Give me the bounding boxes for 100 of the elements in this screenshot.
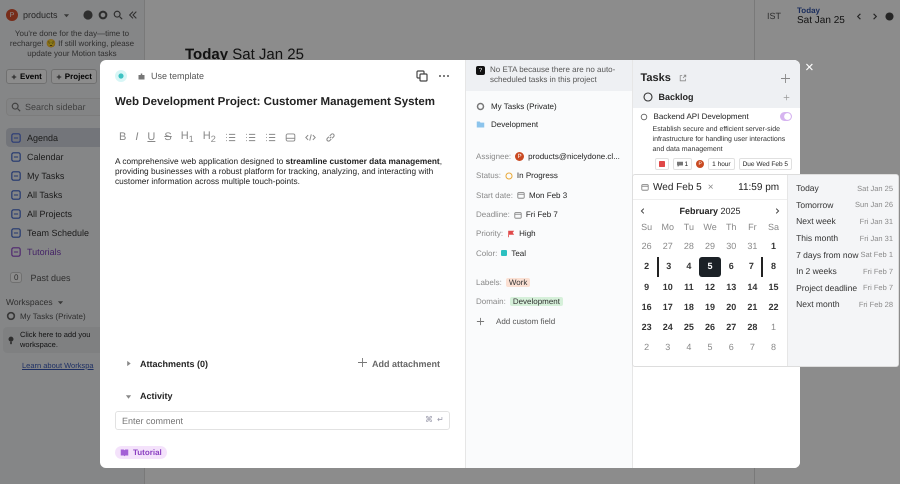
calendar-day[interactable]: 30: [720, 237, 742, 256]
group-heading[interactable]: Backlog: [658, 92, 694, 102]
calendar-day[interactable]: 25: [678, 318, 700, 338]
calendar-day[interactable]: 1: [762, 318, 784, 338]
calendar-day[interactable]: 28: [742, 318, 763, 338]
add-attachment-button[interactable]: Add attachment: [358, 358, 440, 369]
numbers-icon[interactable]: [244, 132, 256, 143]
calendar-day[interactable]: 4: [678, 257, 700, 277]
task-description[interactable]: A comprehensive web application designed to streamline customer data management, providing businesses with a robust platform for tracking, analyzing, and interacting with customer information across multiple touch-points.: [115, 156, 450, 186]
tag[interactable]: Development: [510, 297, 563, 306]
format-button[interactable]: U: [147, 131, 156, 144]
calendar-day[interactable]: 19: [699, 298, 721, 318]
calendar-day[interactable]: 31: [742, 237, 763, 256]
calendar-day[interactable]: 7: [742, 338, 763, 358]
calendar-day[interactable]: 20: [720, 298, 742, 318]
time-value[interactable]: 11:59 pm: [738, 182, 780, 192]
calendar-day[interactable]: 29: [699, 237, 721, 256]
clear-button[interactable]: ×: [708, 182, 714, 192]
code-icon[interactable]: [304, 132, 316, 143]
calendar-day[interactable]: 5: [699, 338, 721, 358]
calendar-day[interactable]: 8: [762, 257, 784, 277]
calendar-day[interactable]: 8: [762, 338, 784, 358]
calendar-day[interactable]: 27: [720, 318, 742, 338]
nav-item[interactable]: Team Schedule: [6, 223, 138, 242]
calendar-day[interactable]: 26: [636, 237, 658, 256]
calendar-day[interactable]: 26: [699, 318, 721, 338]
calendar-day[interactable]: 27: [657, 237, 678, 256]
calendar-day[interactable]: 15: [762, 278, 784, 297]
workspaces-heading[interactable]: Workspaces: [6, 297, 53, 307]
previous-icon[interactable]: [855, 12, 864, 20]
past-dues-label[interactable]: Past dues: [30, 272, 70, 282]
calendar-day[interactable]: 12: [699, 278, 721, 297]
collapse-icon[interactable]: [128, 10, 138, 20]
checkbox-icon[interactable]: [640, 112, 648, 120]
workspace-selector[interactable]: My Tasks (Private): [491, 102, 557, 110]
link-icon[interactable]: [324, 132, 336, 143]
calendar-day[interactable]: 17: [657, 298, 678, 318]
calendar-day[interactable]: 23: [636, 318, 658, 338]
attachments-heading[interactable]: Attachments (0): [140, 358, 208, 368]
workspace-switcher[interactable]: products: [23, 10, 58, 20]
checklist-icon[interactable]: [264, 132, 276, 143]
add-icon[interactable]: [781, 74, 790, 82]
calendar-day[interactable]: 2: [636, 338, 658, 358]
activity-heading[interactable]: Activity: [140, 391, 173, 401]
format-button[interactable]: S: [164, 131, 172, 144]
calendar-day[interactable]: 16: [636, 298, 658, 318]
format-button[interactable]: H$_{2}$: [202, 130, 216, 144]
calendar-day[interactable]: 13: [720, 278, 742, 297]
caret-icon[interactable]: [62, 12, 70, 18]
field-value[interactable]: High: [519, 229, 536, 238]
workspace-item[interactable]: My Tasks (Private): [20, 312, 86, 320]
date-value[interactable]: Wed Feb 5: [653, 182, 702, 192]
calendar-day[interactable]: 11: [678, 278, 700, 297]
calendar-day[interactable]: 3: [657, 257, 678, 277]
caret-icon[interactable]: [56, 298, 64, 306]
copy-icon[interactable]: [416, 70, 428, 82]
collapse-icon[interactable]: [125, 392, 132, 400]
calendar-day[interactable]: 21: [742, 298, 763, 318]
create-button[interactable]: Event: [6, 69, 47, 84]
calendar-day[interactable]: 6: [720, 257, 742, 277]
calendar-day[interactable]: 2: [636, 257, 658, 277]
calendar-day[interactable]: 22: [762, 298, 784, 318]
project-icon[interactable]: [115, 70, 127, 82]
add-icon[interactable]: [783, 94, 790, 100]
calendar-day[interactable]: 28: [678, 237, 700, 256]
calendar-day[interactable]: 1: [762, 237, 784, 256]
toggle-icon[interactable]: [780, 112, 792, 121]
external-link-icon[interactable]: [678, 74, 687, 82]
format-button[interactable]: H$_{1}$: [180, 130, 194, 144]
next-icon[interactable]: [870, 12, 879, 20]
nav-item[interactable]: All Tasks: [6, 185, 138, 204]
calendar-day[interactable]: 10: [657, 278, 678, 297]
calendar-day[interactable]: 7: [742, 257, 763, 277]
calendar-day[interactable]: 3: [657, 338, 678, 358]
field-value[interactable]: Mon Feb 3: [528, 190, 568, 200]
calendar-day[interactable]: 24: [657, 318, 678, 338]
format-button[interactable]: B: [119, 131, 126, 144]
next-month-icon[interactable]: [773, 207, 782, 215]
search-icon[interactable]: [113, 10, 123, 20]
tutorial-badge[interactable]: Tutorial: [115, 446, 167, 459]
calendar-day[interactable]: 4: [678, 338, 700, 358]
bullets-icon[interactable]: [224, 132, 236, 143]
add-custom-field-button[interactable]: Add custom field: [466, 311, 632, 331]
field-value[interactable]: Teal: [511, 248, 526, 258]
calendar-day[interactable]: 9: [636, 278, 658, 297]
field-value[interactable]: Fri Feb 7: [526, 210, 558, 220]
calendar-day[interactable]: 14: [742, 278, 763, 297]
image-icon[interactable]: [284, 132, 296, 143]
use-template-button[interactable]: Use template: [137, 71, 204, 81]
calendar-day[interactable]: 6: [720, 338, 742, 358]
format-button[interactable]: I: [135, 131, 138, 144]
previous-month-icon[interactable]: [639, 207, 647, 215]
expand-icon[interactable]: [125, 360, 132, 367]
field-value[interactable]: products@nicelydone.cl...: [528, 152, 620, 162]
nav-item[interactable]: All Projects: [6, 204, 138, 223]
field-value[interactable]: In Progress: [516, 171, 558, 180]
create-button[interactable]: Project: [50, 69, 97, 84]
tag[interactable]: Work: [506, 278, 530, 287]
project-selector[interactable]: Development: [491, 120, 538, 128]
calendar-day[interactable]: 5: [699, 257, 721, 277]
